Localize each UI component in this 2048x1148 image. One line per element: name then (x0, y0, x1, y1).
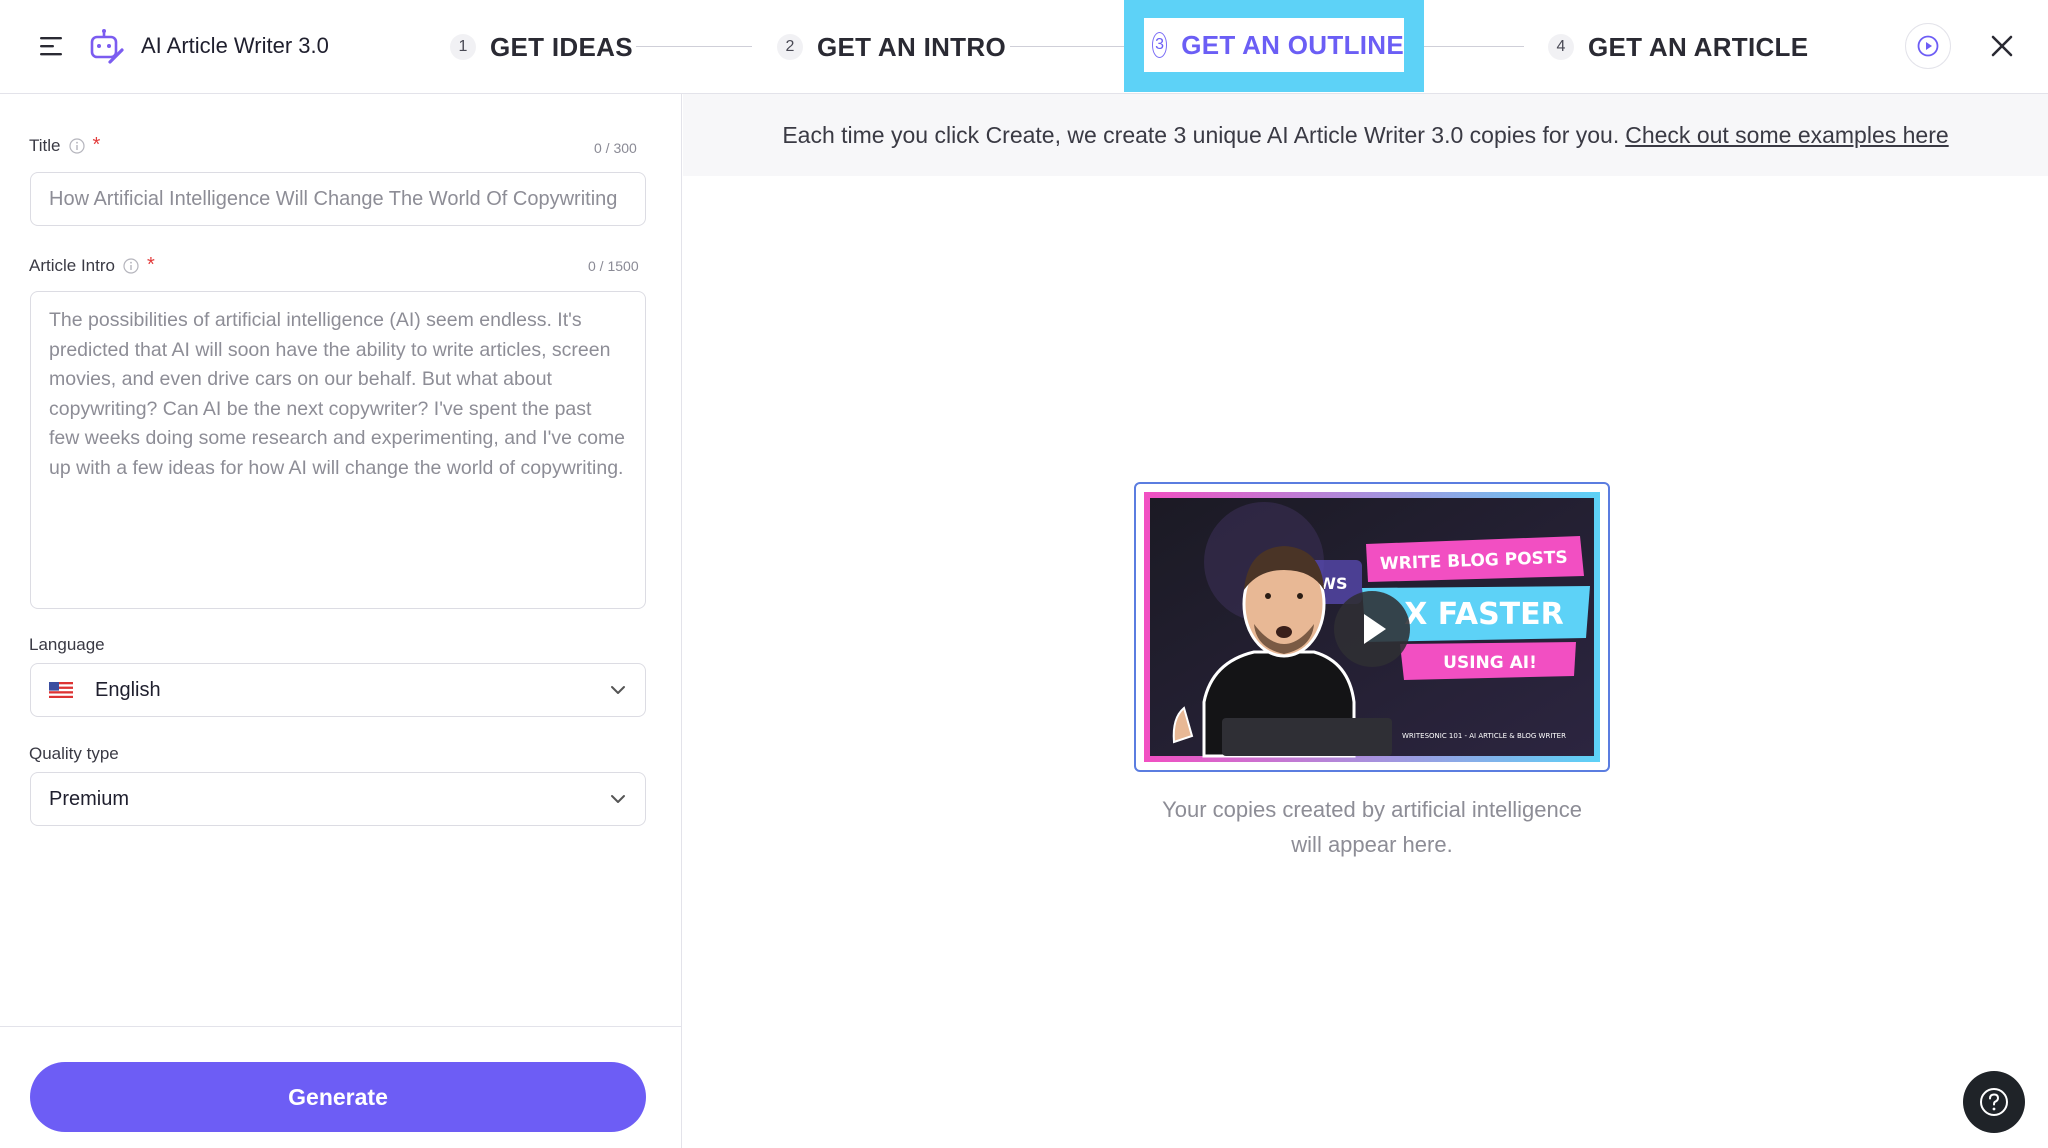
info-icon[interactable] (68, 137, 85, 154)
step-number: 3 (1152, 32, 1168, 58)
tutorial-play-button[interactable] (1905, 23, 1951, 69)
step-get-an-article[interactable]: 4 GET AN ARTICLE (1548, 0, 1808, 94)
footer-divider (0, 1026, 681, 1027)
hamburger-icon[interactable] (40, 35, 66, 57)
title-input[interactable]: How Artificial Intelligence Will Change … (30, 172, 646, 226)
empty-state-message: Your copies created by artificial intell… (1100, 792, 1644, 862)
title-label: Title * (29, 134, 100, 157)
app-title: AI Article Writer 3.0 (141, 33, 329, 58)
svg-text:WRITESONIC 101 - AI ARTICLE &: WRITESONIC 101 - AI ARTICLE & BLOG WRITE… (1402, 732, 1566, 740)
language-value: English (95, 678, 161, 701)
step-get-an-outline[interactable]: 3 GET AN OUTLINE (1144, 18, 1404, 72)
generate-button[interactable]: Generate (30, 1062, 646, 1132)
tutorial-video-card[interactable]: WS WRITE BLOG POSTS X FASTER USING AI! W… (1134, 482, 1610, 772)
step-number: 2 (777, 34, 803, 60)
step-label: GET AN INTRO (817, 31, 1006, 62)
robot-pen-icon (90, 29, 124, 64)
chevron-down-icon (611, 795, 625, 803)
close-icon[interactable] (1988, 32, 2016, 60)
language-select[interactable]: English (30, 663, 646, 717)
empty-state-line-2: will appear here. (1291, 832, 1453, 857)
video-thumbnail: WS WRITE BLOG POSTS X FASTER USING AI! W… (1144, 492, 1600, 762)
video-play-icon[interactable] (1334, 591, 1410, 667)
step-label: GET AN OUTLINE (1181, 29, 1404, 60)
empty-state-line-1: Your copies created by artificial intell… (1162, 797, 1582, 822)
intro-label: Article Intro * (29, 254, 155, 277)
intro-placeholder: The possibilities of artificial intellig… (49, 309, 626, 479)
quality-label: Quality type (29, 744, 119, 763)
help-button[interactable] (1963, 1071, 2025, 1133)
language-label: Language (29, 635, 105, 654)
svg-text:X FASTER: X FASTER (1404, 597, 1564, 632)
quality-select[interactable]: Premium (30, 772, 646, 826)
step-number: 1 (450, 34, 476, 60)
intro-textarea[interactable]: The possibilities of artificial intellig… (30, 291, 646, 609)
title-char-counter: 0 / 300 (594, 140, 637, 156)
step-connector (636, 46, 752, 47)
intro-label-text: Article Intro (29, 255, 115, 275)
required-mark: * (146, 254, 155, 276)
step-get-ideas[interactable]: 1 GET IDEAS (450, 0, 633, 94)
intro-char-counter: 0 / 1500 (588, 258, 639, 274)
banner-text: Each time you click Create, we create 3 … (782, 121, 1620, 148)
step-number: 4 (1548, 34, 1574, 60)
top-header: AI Article Writer 3.0 1 GET IDEAS 2 GET … (0, 0, 2048, 94)
step-get-an-intro[interactable]: 2 GET AN INTRO (777, 0, 1006, 94)
step-connector (1424, 46, 1524, 47)
quality-value: Premium (49, 787, 130, 810)
play-circle-icon (1917, 35, 1939, 57)
examples-link[interactable]: Check out some examples here (1625, 122, 1948, 149)
info-icon[interactable] (123, 257, 139, 274)
title-input-placeholder: How Artificial Intelligence Will Change … (49, 187, 618, 210)
us-flag-icon (49, 682, 73, 698)
chevron-down-icon (611, 686, 625, 694)
step-label: GET AN ARTICLE (1588, 31, 1809, 62)
svg-text:USING AI!: USING AI! (1443, 653, 1537, 673)
step-label: GET IDEAS (490, 31, 633, 62)
info-banner: Each time you click Create, we create 3 … (683, 94, 2048, 176)
input-form-panel: Title * 0 / 300 How Artificial Intellige… (0, 94, 682, 1148)
required-mark: * (92, 134, 101, 156)
title-label-text: Title (29, 135, 61, 155)
question-circle-icon (1980, 1088, 2008, 1116)
step-connector (1010, 46, 1124, 47)
